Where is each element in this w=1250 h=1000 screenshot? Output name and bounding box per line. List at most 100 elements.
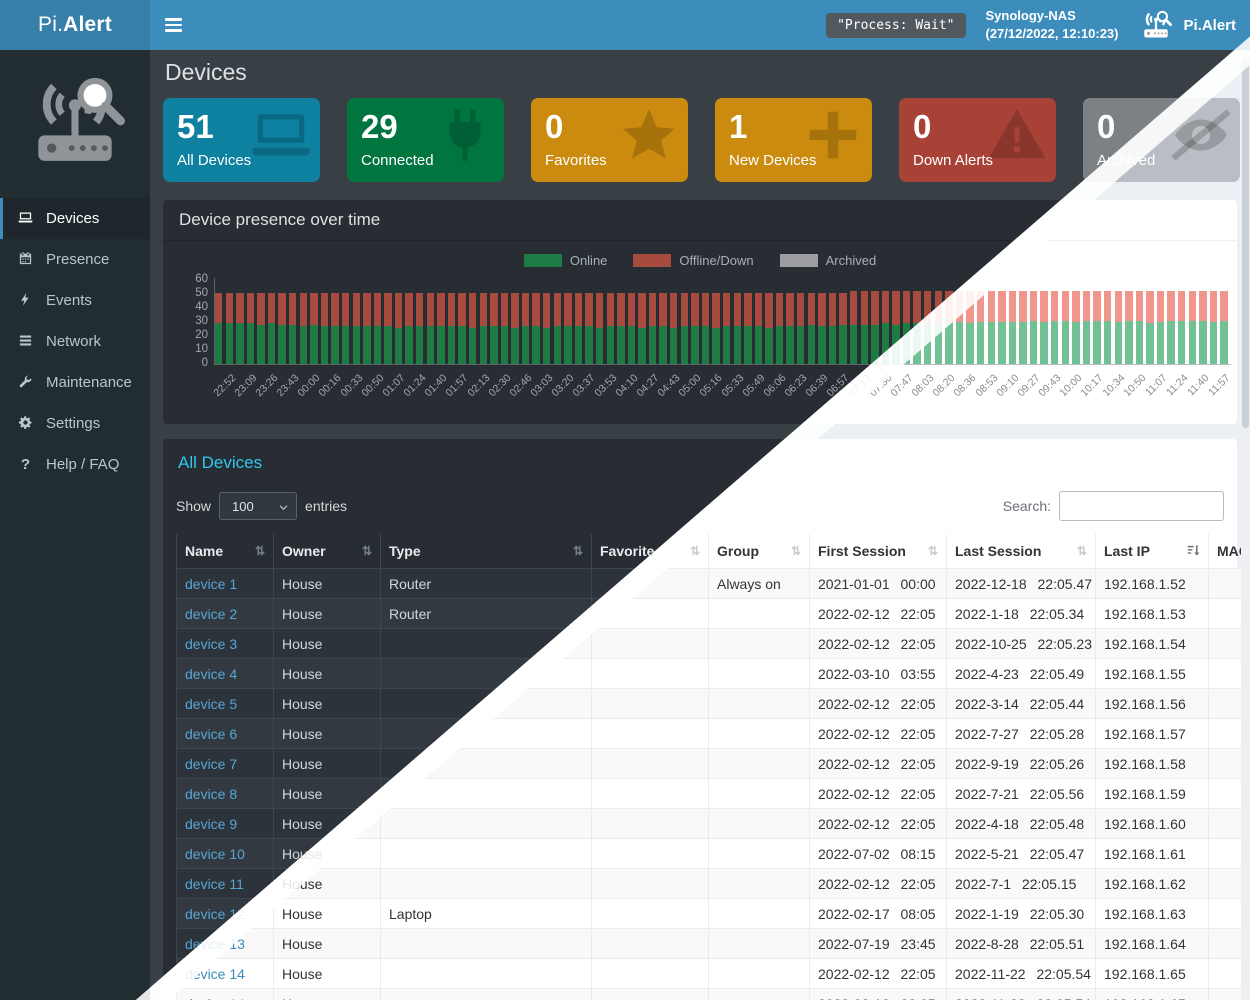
info-box-favorites[interactable]: 0Favorites bbox=[531, 98, 688, 182]
sort-icon: ⇅ bbox=[1077, 544, 1087, 558]
chart-bar bbox=[363, 293, 370, 364]
chart-bar bbox=[1220, 291, 1227, 364]
search-label: Search: bbox=[1003, 498, 1051, 514]
legend-swatch bbox=[780, 254, 818, 267]
sidebar-item-presence[interactable]: Presence bbox=[0, 239, 150, 280]
header-brand-link[interactable]: Pi.Alert bbox=[1138, 9, 1236, 41]
y-axis-tick: 0 bbox=[178, 357, 208, 369]
chart-bar bbox=[437, 293, 444, 364]
warning-icon bbox=[986, 104, 1048, 166]
sidebar-item-devices[interactable]: Devices bbox=[0, 198, 150, 239]
chart-bar bbox=[1083, 291, 1090, 364]
cell-owner: House bbox=[274, 689, 381, 719]
cell-favorite bbox=[592, 989, 709, 1000]
chart-bar bbox=[956, 291, 963, 364]
legend-swatch bbox=[524, 254, 562, 267]
plug-icon bbox=[434, 104, 496, 166]
chart-bar bbox=[585, 293, 592, 364]
chart-bar bbox=[1093, 291, 1100, 364]
chart-bar bbox=[321, 293, 328, 364]
device-link[interactable]: device 10 bbox=[185, 846, 245, 862]
cell-group bbox=[709, 989, 810, 1000]
info-box-down-alerts[interactable]: 0Down Alerts bbox=[899, 98, 1056, 182]
cell-last_session: 2022-7-1 22:05.15 bbox=[947, 869, 1096, 899]
cell-owner: House bbox=[274, 659, 381, 689]
device-link[interactable]: device 14 bbox=[185, 996, 245, 1000]
chart-bar bbox=[480, 293, 487, 364]
brand-prefix: Pi. bbox=[38, 13, 63, 37]
y-axis-tick: 40 bbox=[178, 301, 208, 313]
chart-bar bbox=[405, 293, 412, 364]
cell-last_session: 2022-1-19 22:05.30 bbox=[947, 899, 1096, 929]
chart-bar bbox=[384, 293, 391, 364]
chart-bar bbox=[1136, 291, 1143, 364]
search-input[interactable] bbox=[1059, 491, 1224, 521]
sidebar-toggle-icon[interactable] bbox=[150, 0, 196, 50]
chart-bar bbox=[575, 293, 582, 364]
column-header-name[interactable]: Name⇅ bbox=[177, 534, 274, 569]
column-header-owner[interactable]: Owner⇅ bbox=[274, 534, 381, 569]
device-link[interactable]: device 11 bbox=[185, 876, 244, 892]
column-header-first-session[interactable]: First Session⇅ bbox=[810, 534, 947, 569]
chart-bar bbox=[617, 293, 624, 364]
chart-bar bbox=[649, 293, 656, 364]
cell-last_ip: 192.168.1.61 bbox=[1096, 839, 1209, 869]
cell-last_ip: 192.168.1.54 bbox=[1096, 629, 1209, 659]
cell-favorite bbox=[592, 779, 709, 809]
entries-select[interactable]: 100 bbox=[219, 492, 297, 520]
chart-bar bbox=[1189, 291, 1196, 364]
chart-bar bbox=[247, 293, 254, 364]
scrollbar-thumb[interactable] bbox=[1242, 58, 1249, 428]
chart-bar bbox=[236, 293, 243, 364]
chart-bar bbox=[691, 293, 698, 364]
sidebar-item-maintenance[interactable]: Maintenance bbox=[0, 362, 150, 403]
device-link[interactable]: device 6 bbox=[185, 726, 237, 742]
column-header-label: Name bbox=[185, 543, 223, 559]
chart-bar bbox=[522, 293, 529, 364]
column-header-group[interactable]: Group⇅ bbox=[709, 534, 810, 569]
device-link[interactable]: device 5 bbox=[185, 696, 237, 712]
sidebar-item-help[interactable]: ?Help / FAQ bbox=[0, 444, 150, 485]
cell-favorite bbox=[592, 689, 709, 719]
device-link[interactable]: device 3 bbox=[185, 636, 237, 652]
cell-last_ip: 192.168.1.62 bbox=[1096, 869, 1209, 899]
device-row: device 14House2022-02-12 22:052022-11-22… bbox=[177, 959, 1250, 989]
device-link[interactable]: device 1 bbox=[185, 576, 237, 592]
chart-bar bbox=[797, 293, 804, 364]
chart-bar bbox=[416, 293, 423, 364]
device-link[interactable]: device 4 bbox=[185, 666, 237, 682]
legend-label: Online bbox=[570, 253, 608, 268]
y-axis-tick: 10 bbox=[178, 343, 208, 355]
device-link[interactable]: device 14 bbox=[185, 966, 245, 982]
bars-icon bbox=[17, 333, 34, 350]
legend-label: Offline/Down bbox=[679, 253, 753, 268]
device-link[interactable]: device 9 bbox=[185, 816, 237, 832]
chart-bar bbox=[628, 293, 635, 364]
chart-bar bbox=[490, 293, 497, 364]
vertical-scrollbar[interactable] bbox=[1241, 50, 1250, 1000]
page-size-control: Show 100 entries bbox=[176, 492, 347, 520]
sidebar-item-network[interactable]: Network bbox=[0, 321, 150, 362]
cell-type: Laptop bbox=[381, 899, 592, 929]
column-header-last-session[interactable]: Last Session⇅ bbox=[947, 534, 1096, 569]
brand-logo[interactable]: Pi.Alert bbox=[0, 0, 150, 50]
cell-last_session: 2022-3-14 22:05.44 bbox=[947, 689, 1096, 719]
device-row: device 11House2022-02-12 22:052022-7-1 2… bbox=[177, 869, 1250, 899]
column-header-label: Favorite bbox=[600, 543, 654, 559]
sidebar-item-events[interactable]: Events bbox=[0, 280, 150, 321]
info-box-connected[interactable]: 29Connected bbox=[347, 98, 504, 182]
chart-bar bbox=[638, 293, 645, 364]
column-header-type[interactable]: Type⇅ bbox=[381, 534, 592, 569]
device-link[interactable]: device 8 bbox=[185, 786, 237, 802]
cell-first_session: 2022-02-12 22:05 bbox=[810, 809, 947, 839]
info-box-new-devices[interactable]: 1New Devices bbox=[715, 98, 872, 182]
column-header-last-ip[interactable]: Last IP bbox=[1096, 534, 1209, 569]
info-box-all-devices[interactable]: 51All Devices bbox=[163, 98, 320, 182]
device-link[interactable]: device 2 bbox=[185, 606, 237, 622]
cell-favorite bbox=[592, 959, 709, 989]
cell-group bbox=[709, 899, 810, 929]
device-link[interactable]: device 7 bbox=[185, 756, 237, 772]
chart-bar bbox=[501, 293, 508, 364]
chart-bar bbox=[1062, 291, 1069, 364]
sidebar-item-settings[interactable]: Settings bbox=[0, 403, 150, 444]
